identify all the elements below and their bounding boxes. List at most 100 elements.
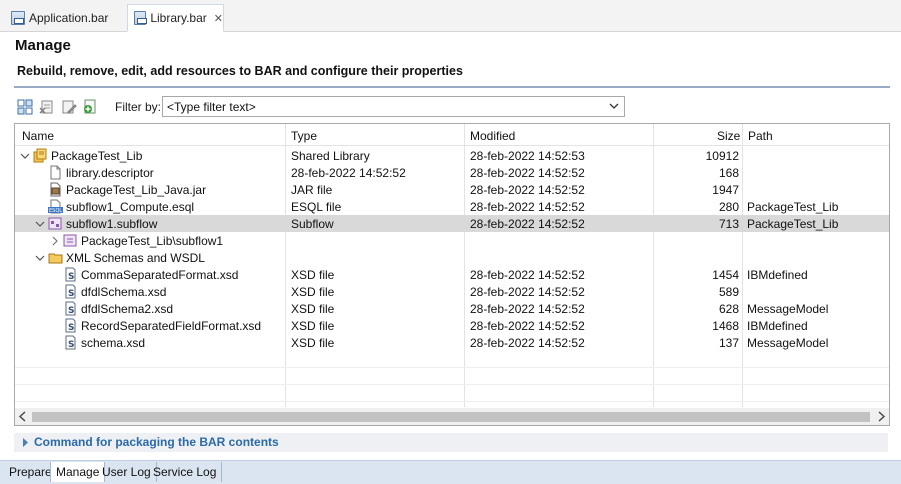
file-icon bbox=[48, 165, 63, 180]
subflow-icon bbox=[48, 216, 63, 231]
cell-name: CommaSeparatedFormat.xsd bbox=[81, 268, 239, 282]
empty-row bbox=[15, 351, 889, 368]
esql-icon: ESQL bbox=[48, 199, 63, 214]
xsd-icon: S bbox=[63, 335, 78, 350]
xsd-icon: S bbox=[63, 284, 78, 299]
cell-size: 713 bbox=[718, 217, 739, 231]
horizontal-scrollbar[interactable] bbox=[15, 408, 889, 425]
table-row[interactable]: ESQL subflow1_Compute.esql ESQL file 28-feb… bbox=[15, 198, 889, 215]
cell-size: 280 bbox=[718, 200, 739, 214]
xsd-icon: S bbox=[63, 318, 78, 333]
table-row[interactable]: XML Schemas and WSDL bbox=[15, 249, 889, 266]
table-row[interactable]: S CommaSeparatedFormat.xsd XSD file 28-feb-… bbox=[15, 266, 889, 283]
cell-path: PackageTest_Lib bbox=[747, 217, 839, 231]
cell-modified: 28-feb-2022 14:52:52 bbox=[470, 319, 585, 333]
table-row[interactable]: Sschema.xsd XSD file 28-feb-2022 14:52:52 M… bbox=[15, 334, 889, 351]
svg-text:S: S bbox=[68, 340, 74, 350]
library-icon bbox=[33, 148, 48, 163]
add-icon[interactable] bbox=[82, 99, 98, 115]
scrollbar-thumb[interactable] bbox=[32, 412, 870, 422]
cell-modified: 28-feb-2022 14:52:52 bbox=[470, 217, 585, 231]
bar-file-icon bbox=[11, 10, 25, 25]
column-header-type[interactable]: Type bbox=[291, 129, 317, 143]
svg-text:S: S bbox=[68, 289, 74, 299]
cell-path: MessageModel bbox=[747, 302, 829, 316]
cell-path: PackageTest_Lib bbox=[747, 200, 839, 214]
cell-name: subflow1.subflow bbox=[66, 217, 158, 231]
cell-size: 589 bbox=[718, 285, 739, 299]
remove-icon[interactable] bbox=[39, 99, 55, 115]
cell-size: 1454 bbox=[712, 268, 739, 282]
command-section[interactable]: Command for packaging the BAR contents bbox=[14, 433, 888, 452]
cell-type: XSD file bbox=[291, 302, 335, 316]
chevron-down-icon[interactable] bbox=[20, 150, 30, 160]
cell-type: Subflow bbox=[291, 217, 334, 231]
tab-label: Library.bar bbox=[150, 11, 207, 25]
svg-text:S: S bbox=[68, 323, 74, 333]
bottom-tab-bar: Prepare Manage User Log Service Log bbox=[0, 460, 901, 484]
empty-row bbox=[15, 385, 889, 402]
cell-modified: 28-feb-2022 14:52:53 bbox=[470, 149, 585, 163]
page-subtitle: Rebuild, remove, edit, add resources to … bbox=[17, 64, 463, 78]
cell-path: IBMdefined bbox=[747, 268, 808, 282]
cell-type: ESQL file bbox=[291, 200, 342, 214]
cell-modified: 28-feb-2022 14:52:52 bbox=[470, 200, 585, 214]
column-header-size[interactable]: Size bbox=[717, 129, 740, 143]
column-header-modified[interactable]: Modified bbox=[470, 129, 515, 143]
table-row[interactable]: PackageTest_Lib_Java.jar JAR file 28-feb-2… bbox=[15, 181, 889, 198]
cell-size: 10912 bbox=[705, 149, 739, 163]
table-row[interactable]: SdfdlSchema2.xsd XSD file 28-feb-2022 14:5… bbox=[15, 300, 889, 317]
cell-name: schema.xsd bbox=[81, 336, 146, 350]
cell-type: XSD file bbox=[291, 319, 335, 333]
tab-service-log[interactable]: Service Log bbox=[148, 462, 223, 482]
table-row[interactable]: PackageTest_Lib Shared Library 28-feb-2022… bbox=[15, 147, 889, 164]
tab-library-bar[interactable]: Library.bar ✕ bbox=[127, 4, 224, 32]
cell-name: PackageTest_Lib_Java.jar bbox=[66, 183, 207, 197]
cell-name: dfdlSchema.xsd bbox=[81, 285, 167, 299]
chevron-right-icon[interactable] bbox=[50, 235, 60, 246]
scroll-left-icon[interactable] bbox=[18, 411, 28, 422]
filter-input[interactable]: <Type filter text> bbox=[167, 100, 256, 114]
chevron-right-icon[interactable] bbox=[22, 438, 28, 447]
cell-path: MessageModel bbox=[747, 336, 829, 350]
resources-table[interactable]: Name Type Modified Size Path PackageTest… bbox=[14, 123, 890, 426]
chevron-down-icon[interactable] bbox=[35, 252, 45, 262]
table-row[interactable]: library.descriptor 28-feb-2022 14:52:52 28… bbox=[15, 164, 889, 181]
empty-row bbox=[15, 368, 889, 385]
svg-text:ESQL: ESQL bbox=[49, 208, 62, 214]
jar-icon bbox=[48, 182, 63, 197]
tab-label: Application.bar bbox=[29, 10, 109, 25]
cell-modified: 28-feb-2022 14:52:52 bbox=[470, 302, 585, 316]
scroll-right-icon[interactable] bbox=[876, 411, 886, 422]
chevron-down-icon[interactable] bbox=[35, 218, 45, 228]
cell-size: 628 bbox=[718, 302, 739, 316]
edit-icon[interactable] bbox=[61, 99, 77, 115]
xsd-icon: S bbox=[63, 301, 78, 316]
table-row[interactable]: SdfdlSchema.xsd XSD file 28-feb-2022 14:52… bbox=[15, 283, 889, 300]
column-header-path[interactable]: Path bbox=[748, 129, 773, 143]
filter-combo[interactable]: <Type filter text> bbox=[162, 96, 625, 117]
cell-type: XSD file bbox=[291, 336, 335, 350]
tab-application-bar[interactable]: Application.bar bbox=[4, 4, 124, 31]
subflow-node-icon bbox=[63, 233, 78, 248]
cell-size: 137 bbox=[718, 336, 739, 350]
header-separator bbox=[14, 86, 890, 88]
cell-type: JAR file bbox=[291, 183, 333, 197]
table-row[interactable]: subflow1.subflow Subflow 28-feb-2022 14:52… bbox=[15, 215, 889, 232]
close-icon[interactable]: ✕ bbox=[214, 12, 223, 25]
cell-size: 168 bbox=[718, 166, 739, 180]
filter-label: Filter by: bbox=[115, 100, 162, 114]
editor-tab-bar: Application.bar Library.bar ✕ bbox=[0, 0, 901, 32]
svg-text:S: S bbox=[68, 272, 74, 282]
table-row[interactable]: PackageTest_Lib\subflow1 bbox=[15, 232, 889, 249]
table-row[interactable]: S RecordSeparatedFieldFormat.xsd XSD file 2… bbox=[15, 317, 889, 334]
folder-icon bbox=[48, 250, 63, 265]
command-section-label[interactable]: Command for packaging the BAR contents bbox=[34, 435, 279, 449]
bar-file-icon bbox=[134, 11, 148, 25]
cell-modified: 28-feb-2022 14:52:52 bbox=[470, 285, 585, 299]
column-header-name[interactable]: Name bbox=[22, 129, 54, 143]
chevron-down-icon[interactable] bbox=[609, 100, 619, 112]
build-bar-icon[interactable] bbox=[17, 99, 33, 115]
cell-name: dfdlSchema2.xsd bbox=[81, 302, 174, 316]
cell-type: XSD file bbox=[291, 268, 335, 282]
